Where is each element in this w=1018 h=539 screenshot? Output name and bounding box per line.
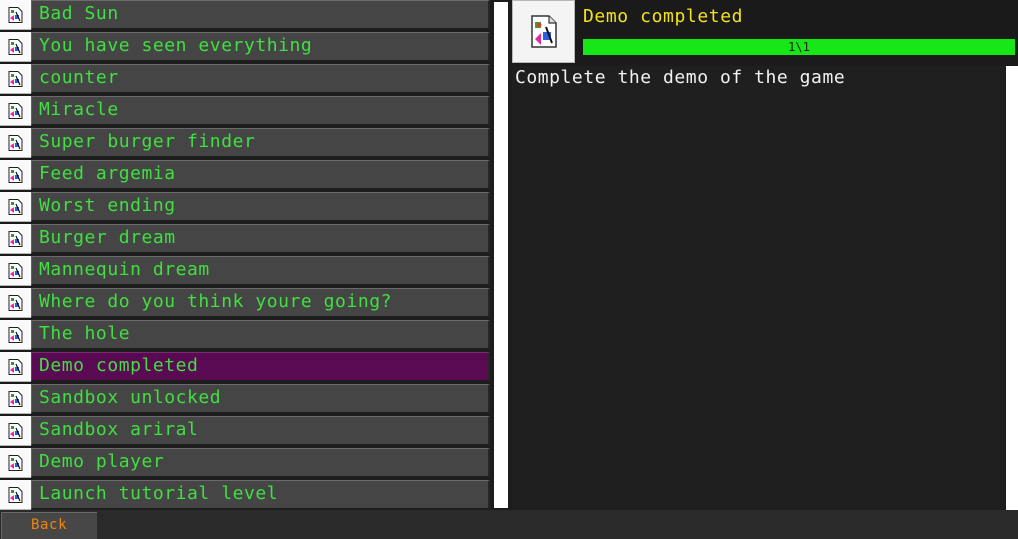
broken-image-icon (0, 320, 31, 350)
achievement-name: The hole (31, 320, 490, 350)
achievement-row[interactable]: Sandbox ariral (0, 416, 490, 446)
achievement-title: Demo completed (583, 6, 744, 27)
broken-image-icon (0, 224, 31, 254)
achievement-list-scrollbar[interactable] (494, 2, 508, 508)
achievement-name: Sandbox ariral (31, 416, 490, 446)
achievement-list: Bad Sun You have seen everything counter Mi… (0, 0, 490, 510)
broken-image-icon (0, 288, 31, 318)
achievement-progress-bar: 1\1 (583, 39, 1015, 55)
achievement-progress-text: 1\1 (788, 40, 810, 54)
achievement-name: Miracle (31, 96, 490, 126)
achievement-description: Complete the demo of the game (515, 67, 846, 88)
achievement-row[interactable]: Bad Sun (0, 0, 490, 30)
broken-image-icon (0, 96, 31, 126)
broken-image-icon (0, 192, 31, 222)
achievement-name: Mannequin dream (31, 256, 490, 286)
achievement-row[interactable]: counter (0, 64, 490, 94)
achievement-row[interactable]: Burger dream (0, 224, 490, 254)
achievement-name: Where do you think youre going? (31, 288, 490, 318)
broken-image-icon (0, 256, 31, 286)
back-button[interactable]: Back (1, 512, 97, 539)
broken-image-icon (0, 0, 31, 30)
achievement-row[interactable]: Miracle (0, 96, 490, 126)
broken-image-icon (0, 32, 31, 62)
achievement-name: Bad Sun (31, 0, 490, 30)
achievement-row[interactable]: Sandbox unlocked (0, 384, 490, 414)
achievement-row[interactable]: Demo completed (0, 352, 490, 382)
broken-image-icon (512, 0, 575, 63)
achievement-name: Sandbox unlocked (31, 384, 490, 414)
broken-image-icon (0, 64, 31, 94)
broken-image-icon (0, 416, 31, 446)
achievement-detail-header: Demo completed 1\1 (512, 0, 1018, 63)
achievement-name: Burger dream (31, 224, 490, 254)
achievement-row[interactable]: Mannequin dream (0, 256, 490, 286)
achievement-name: Launch tutorial level (31, 480, 490, 510)
achievement-name: counter (31, 64, 490, 94)
achievement-name: Worst ending (31, 192, 490, 222)
broken-image-icon (0, 384, 31, 414)
broken-image-icon (0, 352, 31, 382)
achievement-row[interactable]: The hole (0, 320, 490, 350)
achievement-name: Demo player (31, 448, 490, 478)
bottom-bar: Back (0, 510, 1018, 539)
achievement-row[interactable]: Demo player (0, 448, 490, 478)
broken-image-icon (0, 128, 31, 158)
description-scrollbar[interactable] (1006, 66, 1018, 510)
achievement-row[interactable]: Where do you think youre going? (0, 288, 490, 318)
achievement-row[interactable]: You have seen everything (0, 32, 490, 62)
broken-image-icon (0, 160, 31, 190)
broken-image-icon (0, 448, 31, 478)
achievement-description-panel: Complete the demo of the game (512, 66, 1005, 510)
achievement-name: Feed argemia (31, 160, 490, 190)
achievement-row[interactable]: Super burger finder (0, 128, 490, 158)
achievement-row[interactable]: Feed argemia (0, 160, 490, 190)
achievement-row[interactable]: Launch tutorial level (0, 480, 490, 510)
achievement-name: Super burger finder (31, 128, 490, 158)
achievement-row[interactable]: Worst ending (0, 192, 490, 222)
achievement-name: You have seen everything (31, 32, 490, 62)
achievement-name: Demo completed (31, 352, 490, 382)
broken-image-icon (0, 480, 31, 510)
